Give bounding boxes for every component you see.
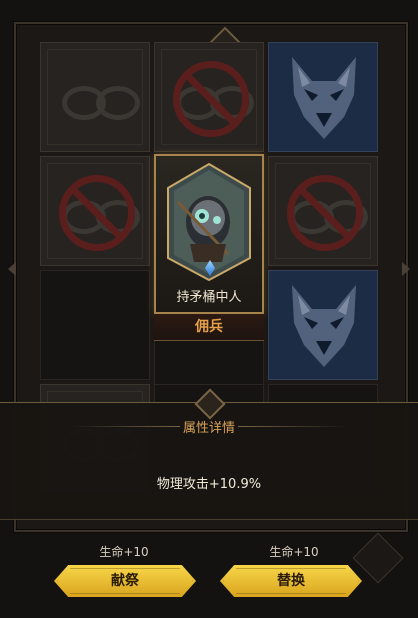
hero-role-label: 佣兵: [154, 314, 264, 341]
detail-stat: 物理攻击+10.9%: [156, 477, 262, 492]
forbidden-icon: [173, 61, 249, 137]
grid-cell-wolf[interactable]: [268, 270, 378, 380]
forbidden-icon: [59, 175, 135, 251]
right-side-arrow-icon: [402, 262, 410, 276]
filigree-pattern-icon: [47, 49, 143, 145]
grid-cell-empty[interactable]: [40, 42, 150, 152]
sacrifice-bonus-label: 生命+10: [99, 545, 149, 559]
hero-card[interactable]: 持矛桶中人: [154, 154, 264, 314]
grid-cell-forbidden[interactable]: [268, 156, 378, 266]
grid-cell-forbidden[interactable]: [40, 156, 150, 266]
grid-cell-wolf[interactable]: [268, 42, 378, 152]
hero-name: 持矛桶中人: [176, 290, 242, 305]
wolf-emblem-icon: [292, 285, 356, 367]
forbidden-icon: [287, 175, 363, 251]
replace-button[interactable]: 替换: [220, 565, 362, 597]
wolf-emblem-icon: [292, 57, 356, 139]
left-side-arrow-icon: [8, 262, 16, 276]
grid-cell-dark[interactable]: [40, 270, 150, 380]
detail-title: 属性详情: [0, 417, 418, 436]
replace-bonus-label: 生命+10: [269, 545, 319, 559]
grid-cell-forbidden[interactable]: [154, 42, 264, 152]
attribute-detail-panel: 属性详情 物理攻击+10.9%: [0, 388, 418, 520]
sacrifice-button[interactable]: 献祭: [54, 565, 196, 597]
corner-ornament-icon: [352, 532, 404, 584]
